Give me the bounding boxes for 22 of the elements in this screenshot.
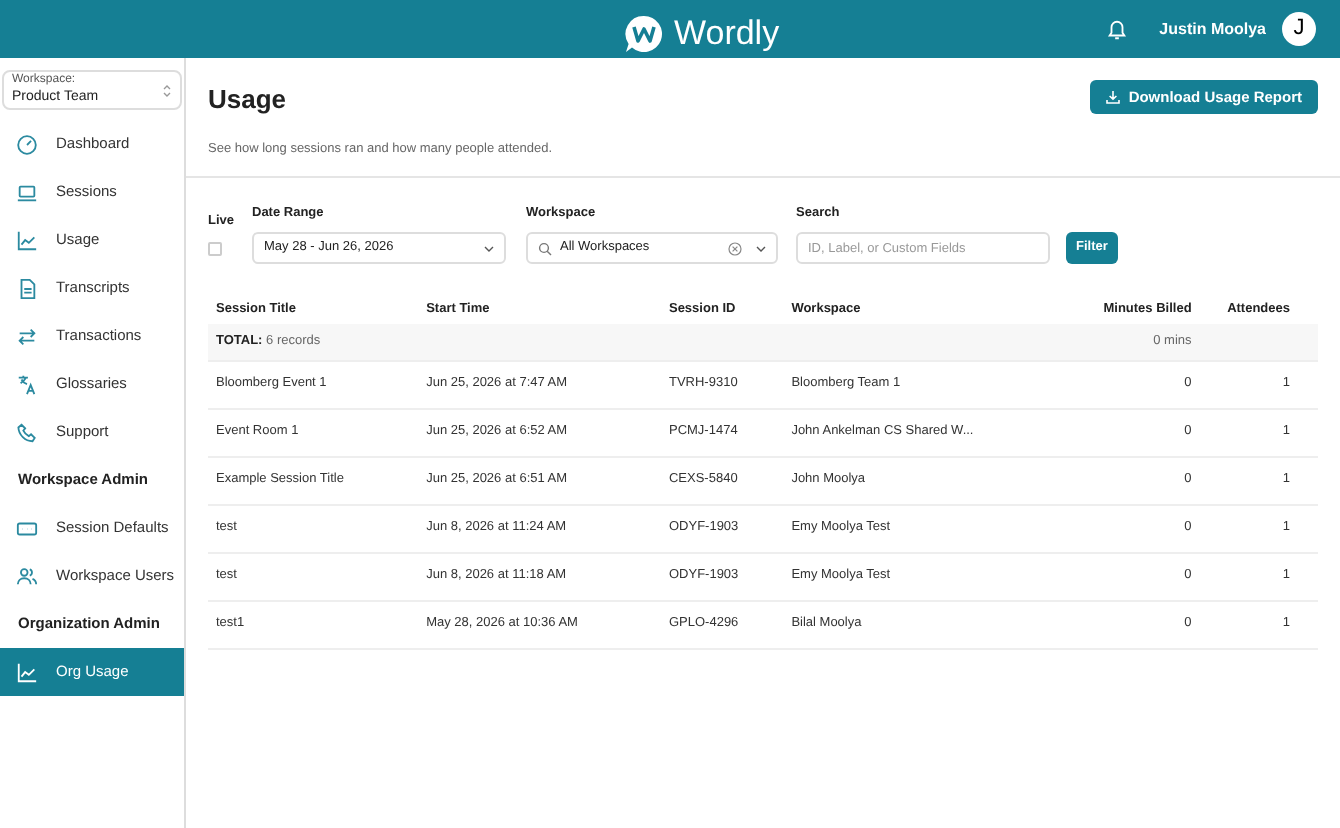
nav-icon: [16, 277, 38, 299]
nav-icon: [16, 421, 38, 443]
clear-icon[interactable]: [728, 241, 742, 255]
nav-icon: [16, 517, 38, 539]
user-name[interactable]: Justin Moolya: [1159, 17, 1266, 41]
chevron-down-icon: [484, 245, 494, 251]
nav-icon: [16, 373, 38, 395]
download-icon: [1106, 90, 1121, 104]
nav-icon: [16, 181, 38, 203]
bell-icon[interactable]: [1105, 17, 1128, 41]
search-icon: [538, 241, 552, 255]
page-title: Usage: [208, 82, 287, 118]
nav-icon: [16, 229, 38, 251]
nav-icon: [16, 661, 38, 683]
nav-icon: [16, 133, 38, 155]
user-avatar[interactable]: J: [1282, 12, 1316, 46]
sort-caret-icon: [162, 83, 172, 97]
logo-text: Wordly: [674, 12, 780, 56]
nav-icon: [16, 565, 38, 587]
nav-icon: [16, 325, 38, 347]
chevron-down-icon: [756, 245, 766, 251]
live-checkbox[interactable]: [208, 242, 222, 256]
